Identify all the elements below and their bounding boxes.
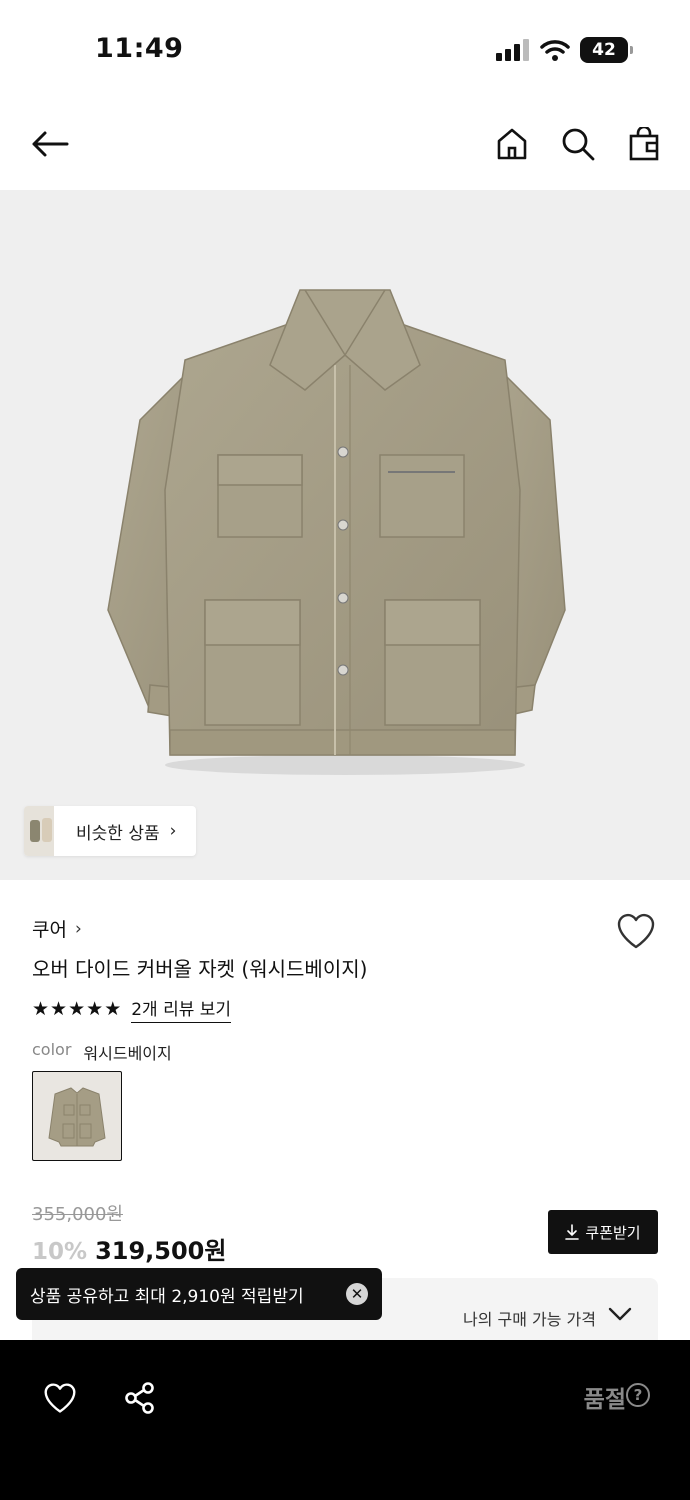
share-reward-toast: 상품 공유하고 최대 2,910원 적립받기 ✕ <box>16 1268 382 1320</box>
share-icon <box>125 1382 154 1414</box>
chevron-down-icon[interactable] <box>608 1306 632 1322</box>
shopping-bag-button[interactable] <box>622 122 666 166</box>
bottom-wishlist-button[interactable] <box>36 1374 84 1422</box>
search-icon <box>562 128 595 161</box>
heart-icon <box>617 913 655 949</box>
color-swatch-thumbnail[interactable] <box>32 1071 122 1161</box>
original-price: 355,000원 <box>32 1204 123 1225</box>
wifi-icon <box>540 40 570 61</box>
status-bar: 11:49 42 <box>0 0 690 100</box>
price-row: 10% 319,500원 <box>32 1231 226 1266</box>
shopping-bag-icon <box>629 127 659 161</box>
star-icon: ★ <box>68 997 86 1020</box>
status-icons: 42 <box>496 37 633 63</box>
arrow-left-icon <box>32 131 69 157</box>
battery-indicator: 42 <box>580 37 633 63</box>
star-icon: ★ <box>86 997 104 1020</box>
similar-products-thumbnail <box>24 806 54 856</box>
rating-stars: ★ ★ ★ ★ ★ <box>32 997 122 1020</box>
home-button[interactable] <box>490 122 534 166</box>
product-image[interactable]: 비슷한 상품 › <box>0 190 690 880</box>
product-name: 오버 다이드 커버올 자켓 (워시드베이지) <box>32 957 368 981</box>
sale-price: 319,500원 <box>95 1237 227 1265</box>
status-time: 11:49 <box>95 33 184 64</box>
similar-products-label: 비슷한 상품 <box>76 823 160 844</box>
color-value: 워시드베이지 <box>83 1044 172 1063</box>
chevron-right-icon: › <box>74 918 82 939</box>
home-icon <box>497 128 527 160</box>
close-icon[interactable]: ✕ <box>346 1283 368 1305</box>
sold-out-label: 품절 <box>583 1387 626 1413</box>
question-icon[interactable]: ? <box>626 1383 650 1407</box>
coupon-button[interactable]: 쿠폰받기 <box>548 1210 658 1254</box>
back-button[interactable] <box>28 122 72 166</box>
coupon-button-label: 쿠폰받기 <box>585 1223 641 1242</box>
review-link[interactable]: 2개 리뷰 보기 <box>131 995 232 1023</box>
brand-name: 쿠어 <box>32 919 67 941</box>
star-icon: ★ <box>104 997 122 1020</box>
chevron-right-icon: › <box>169 821 177 841</box>
download-icon <box>565 1224 580 1240</box>
toast-message: 상품 공유하고 최대 2,910원 적립받기 <box>30 1286 304 1307</box>
star-icon: ★ <box>50 997 68 1020</box>
top-navigation <box>0 100 690 190</box>
wishlist-button[interactable] <box>616 912 656 952</box>
share-button[interactable] <box>116 1374 164 1422</box>
jacket-thumbnail <box>48 1087 106 1147</box>
signal-icon <box>496 39 529 61</box>
color-info: color 워시드베이지 <box>32 1040 172 1064</box>
star-icon: ★ <box>32 997 50 1020</box>
bottom-action-bar: 품절 ? <box>0 1340 690 1500</box>
jacket-image <box>107 289 566 775</box>
brand-link[interactable]: 쿠어 › <box>32 915 82 942</box>
similar-products-button[interactable]: 비슷한 상품 › <box>24 806 197 856</box>
color-label: color <box>32 1040 72 1059</box>
heart-icon <box>44 1383 76 1413</box>
discount-rate: 10% <box>32 1239 88 1265</box>
search-button[interactable] <box>556 122 600 166</box>
rating-row: ★ ★ ★ ★ ★ 2개 리뷰 보기 <box>32 995 232 1023</box>
my-price-label: 나의 구매 가능 가격 <box>462 1310 596 1329</box>
